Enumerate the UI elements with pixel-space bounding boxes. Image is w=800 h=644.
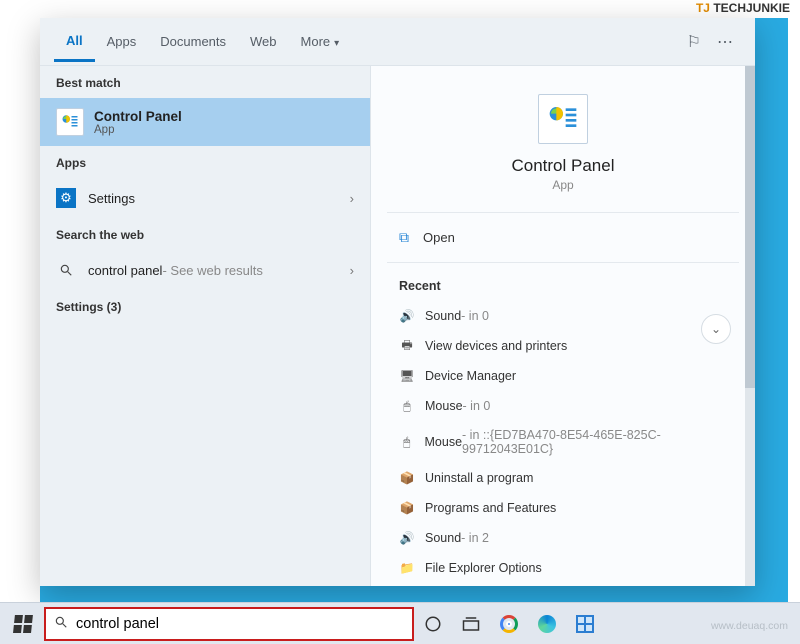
search-icon	[54, 615, 68, 633]
folder-icon: 📁	[399, 560, 415, 576]
recent-label: File Explorer Options	[425, 561, 542, 575]
result-best-match[interactable]: Control Panel App	[40, 98, 370, 146]
control-panel-icon	[538, 94, 588, 144]
best-match-header: Best match	[40, 66, 370, 98]
taskbar	[0, 602, 800, 644]
settings-count-header[interactable]: Settings (3)	[40, 290, 370, 322]
result-settings[interactable]: ⚙ Settings ›	[40, 178, 370, 218]
recent-suffix: - in ::{ED7BA470-8E54-465E-825C-99712043…	[462, 428, 743, 456]
results-column: Best match Control Panel App Apps ⚙ Sett…	[40, 66, 370, 586]
chevron-right-icon: ›	[350, 263, 354, 278]
recent-item[interactable]: 🔊 Sound - in 0	[399, 301, 743, 331]
recent-header: Recent	[371, 263, 755, 301]
recent-suffix: - in 0	[461, 309, 489, 323]
result-label: control panel	[88, 263, 162, 278]
recent-item[interactable]: 📦 Programs and Features	[399, 493, 743, 523]
calculator-icon	[576, 615, 594, 633]
recent-label: Mouse	[425, 399, 463, 413]
recent-label: Mouse	[425, 435, 463, 449]
recent-item[interactable]: 📁 File Explorer Options	[399, 553, 743, 583]
mouse-icon: 🖱	[399, 398, 415, 414]
box-icon: 📦	[399, 500, 415, 516]
recent-label: Uninstall a program	[425, 471, 533, 485]
scrollbar[interactable]	[745, 66, 755, 586]
gear-icon: ⚙	[56, 188, 76, 208]
edge-icon	[538, 615, 556, 633]
result-suffix: - See web results	[162, 263, 262, 278]
recent-item[interactable]: 🖥 Device Manager	[399, 361, 743, 391]
apps-header: Apps	[40, 146, 370, 178]
preview-hero: Control Panel App	[371, 66, 755, 212]
search-web-header: Search the web	[40, 218, 370, 250]
taskbar-search-box[interactable]	[44, 607, 414, 641]
search-input[interactable]	[76, 616, 404, 632]
recent-label: View devices and printers	[425, 339, 567, 353]
recent-item[interactable]: 🖶 View devices and printers	[399, 331, 743, 361]
speaker-icon: 🔊	[399, 530, 415, 546]
start-button[interactable]	[6, 607, 40, 641]
windows-search-panel: All Apps Documents Web More▾ ⚐ ⋯ Best ma…	[40, 18, 755, 586]
device-icon: 🖥	[399, 368, 415, 384]
recent-label: Programs and Features	[425, 501, 556, 515]
cortana-circle-icon[interactable]	[414, 605, 452, 643]
open-action[interactable]: ⧉ Open	[371, 213, 755, 262]
result-title: Control Panel	[94, 109, 182, 124]
result-subtitle: App	[94, 124, 182, 136]
windows-logo-icon	[13, 615, 32, 633]
open-icon: ⧉	[399, 229, 409, 246]
feedback-icon[interactable]: ⚐	[679, 24, 709, 60]
tab-more[interactable]: More▾	[289, 22, 352, 61]
open-label: Open	[423, 230, 455, 245]
taskbar-calculator[interactable]	[566, 605, 604, 643]
mouse-icon: 🖱	[399, 434, 415, 450]
search-icon	[56, 260, 76, 280]
chrome-icon	[500, 615, 518, 633]
result-label: Settings	[88, 191, 135, 206]
chevron-down-icon: ⌄	[711, 322, 721, 336]
recent-label: Device Manager	[425, 369, 516, 383]
taskbar-edge[interactable]	[528, 605, 566, 643]
options-icon[interactable]: ⋯	[709, 24, 741, 60]
recent-list: 🔊 Sound - in 0 🖶 View devices and printers 🖥…	[371, 301, 755, 583]
recent-item[interactable]: 🖱 Mouse - in ::{ED7BA470-8E54-465E-825C-9…	[399, 421, 743, 463]
speaker-icon: 🔊	[399, 308, 415, 324]
recent-item[interactable]: 🔊 Sound - in 2	[399, 523, 743, 553]
taskbar-chrome[interactable]	[490, 605, 528, 643]
printer-icon: 🖶	[399, 338, 415, 354]
preview-subtitle: App	[371, 178, 755, 192]
preview-pane: Control Panel App ⧉ Open ⌄ Recent 🔊 Sound…	[370, 66, 755, 586]
chevron-down-icon: ▾	[334, 38, 339, 49]
recent-item[interactable]: 🖱 Mouse - in 0	[399, 391, 743, 421]
tab-web[interactable]: Web	[238, 22, 289, 61]
preview-title: Control Panel	[371, 156, 755, 176]
tab-all[interactable]: All	[54, 21, 95, 62]
expand-button[interactable]: ⌄	[701, 314, 731, 344]
recent-suffix: - in 0	[463, 399, 491, 413]
techjunkie-watermark: TJ TECHJUNKIE	[696, 1, 790, 15]
source-url-watermark: www.deuaq.com	[711, 620, 788, 632]
recent-suffix: - in 2	[461, 531, 489, 545]
task-view-icon[interactable]	[452, 605, 490, 643]
recent-label: Sound	[425, 531, 461, 545]
chevron-right-icon: ›	[350, 191, 354, 206]
scrollbar-thumb[interactable]	[745, 66, 755, 388]
control-panel-icon	[56, 108, 84, 136]
result-web-search[interactable]: control panel - See web results ›	[40, 250, 370, 290]
tab-apps[interactable]: Apps	[95, 22, 149, 61]
recent-label: Sound	[425, 309, 461, 323]
box-icon: 📦	[399, 470, 415, 486]
search-tabs: All Apps Documents Web More▾ ⚐ ⋯	[40, 18, 755, 66]
recent-item[interactable]: 📦 Uninstall a program	[399, 463, 743, 493]
tab-documents[interactable]: Documents	[148, 22, 238, 61]
